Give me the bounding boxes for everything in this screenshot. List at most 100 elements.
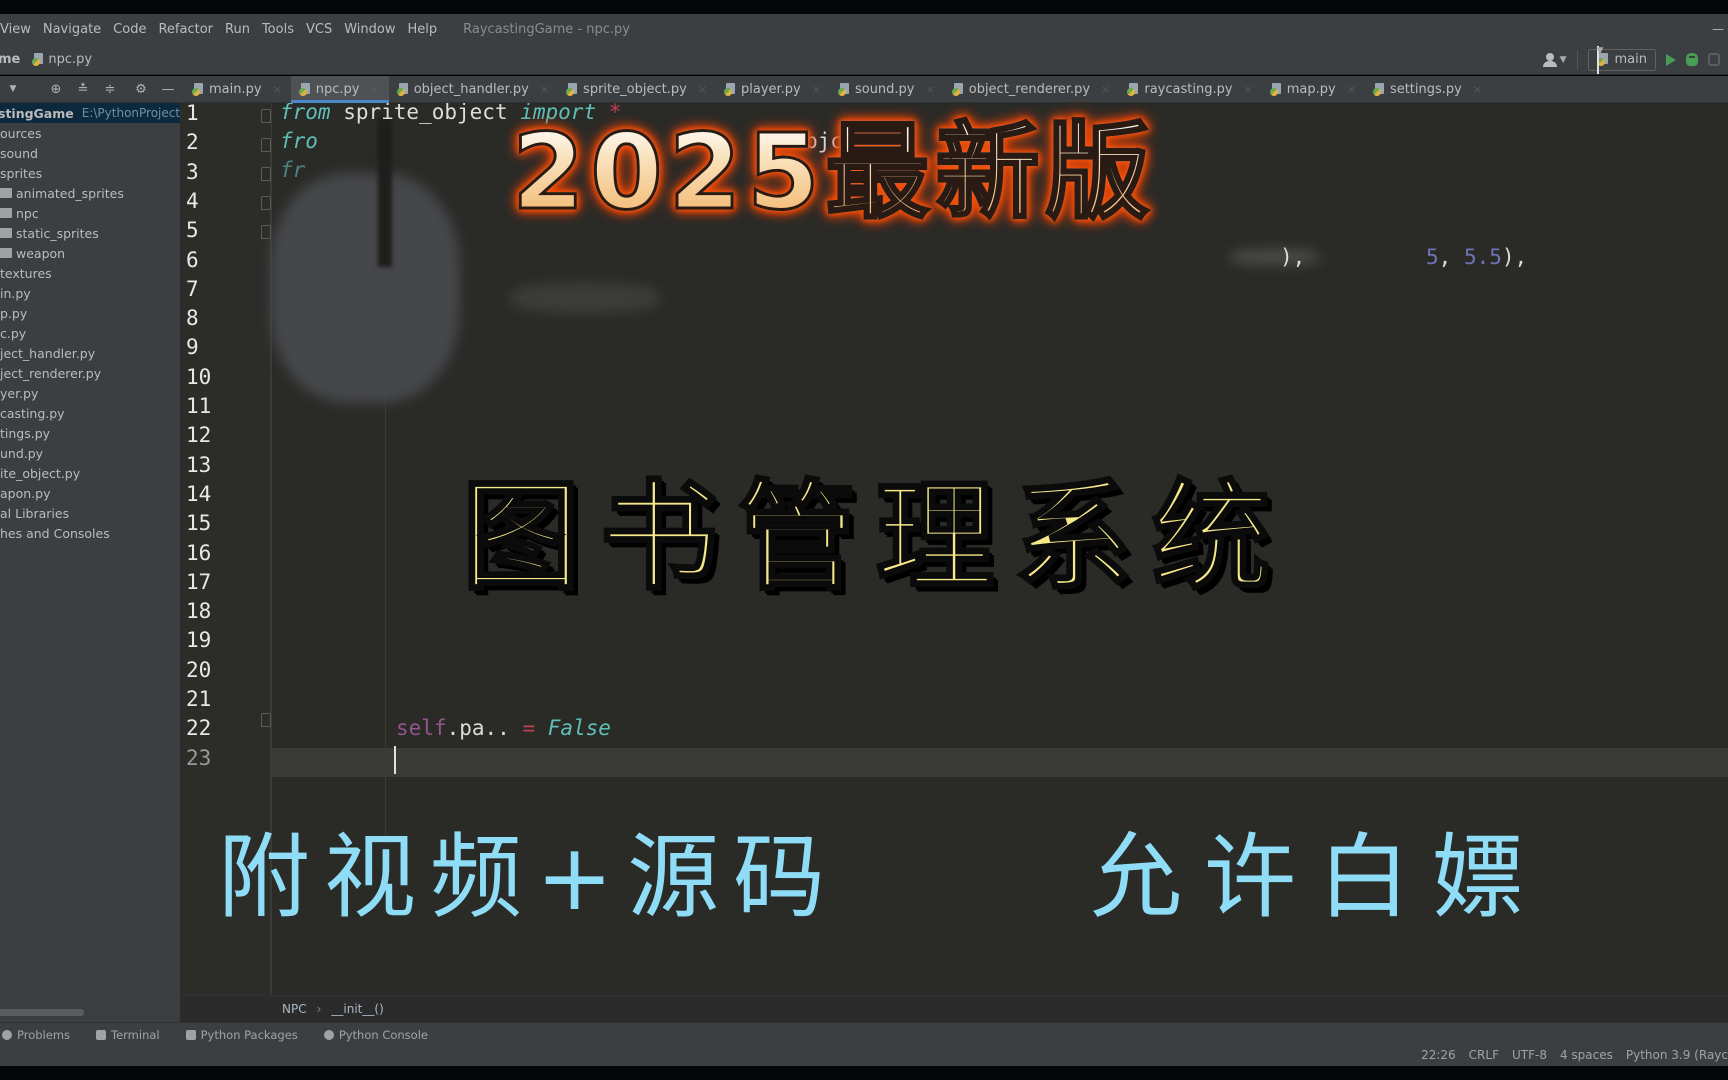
tab-sprite-object-py[interactable]: sprite_object.py × xyxy=(558,76,716,103)
fold-marker-icon[interactable] xyxy=(261,138,271,152)
close-icon[interactable]: × xyxy=(371,83,380,96)
project-tree-item[interactable]: in.py xyxy=(0,283,180,303)
menu-help[interactable]: Help xyxy=(407,22,437,37)
project-root-node[interactable]: stingGame E:\PythonProjects\ xyxy=(0,103,180,123)
close-icon[interactable]: × xyxy=(273,83,282,96)
navbar-actions: ▼ main ▼ xyxy=(1542,44,1728,75)
expand-all-icon[interactable]: ≛ xyxy=(76,83,90,97)
window-minimize-icon[interactable]: — xyxy=(1712,22,1724,36)
python-interpreter[interactable]: Python 3.9 (Rayc xyxy=(1626,1048,1728,1062)
tab-sound-py[interactable]: sound.py × xyxy=(830,76,944,103)
breadcrumb-method[interactable]: __init__() xyxy=(331,1002,383,1016)
tab-label: raycasting.py xyxy=(1144,82,1233,97)
menu-navigate[interactable]: Navigate xyxy=(43,22,101,37)
tab-settings-py[interactable]: settings.py × xyxy=(1365,76,1491,103)
obscured-region xyxy=(378,117,392,267)
project-tree-item[interactable]: casting.py xyxy=(0,403,180,423)
project-tree-item[interactable]: tings.py xyxy=(0,423,180,443)
tab-player-py[interactable]: player.py × xyxy=(716,76,830,103)
false-literal: False xyxy=(547,716,611,740)
project-tree-item[interactable]: yer.py xyxy=(0,383,180,403)
project-tree-item[interactable]: ite_object.py xyxy=(0,463,180,483)
tool-window-python-packages[interactable]: Python Packages xyxy=(185,1028,298,1042)
debug-icon[interactable] xyxy=(1686,53,1698,66)
menu-bar: View Navigate Code Refactor Run Tools VC… xyxy=(0,14,1728,44)
collapse-all-icon[interactable]: ≑ xyxy=(103,83,117,97)
project-tree-item[interactable]: ject_renderer.py xyxy=(0,363,180,383)
tool-windows-bar: Problems Terminal Python Packages Python… xyxy=(0,1022,1728,1046)
tab-raycasting-py[interactable]: raycasting.py × xyxy=(1119,76,1261,103)
tab-object-renderer-py[interactable]: object_renderer.py × xyxy=(944,76,1120,103)
menu-view[interactable]: View xyxy=(0,22,31,37)
project-tree-item[interactable]: apon.py xyxy=(0,483,180,503)
file-encoding[interactable]: UTF-8 xyxy=(1512,1048,1547,1062)
close-icon[interactable]: × xyxy=(540,83,549,96)
tool-window-python-console[interactable]: Python Console xyxy=(323,1028,428,1042)
fold-marker-icon[interactable] xyxy=(261,109,271,123)
code-line-2: fro xyxy=(280,129,318,153)
fold-marker-icon[interactable] xyxy=(261,167,271,181)
locate-file-icon[interactable]: ⊕ xyxy=(49,83,63,97)
project-tree-item[interactable]: ject_handler.py xyxy=(0,343,180,363)
breadcrumb-class[interactable]: NPC xyxy=(282,1002,307,1016)
project-toolbar: ▼ ⊕ ≛ ≑ ⚙ — xyxy=(0,76,180,103)
run-configuration-select[interactable]: main ▼ xyxy=(1587,45,1656,74)
project-tool-window: stingGame E:\PythonProjects\ ources sound… xyxy=(0,103,180,1022)
project-tree-item-label: weapon xyxy=(16,245,66,261)
project-tree-item[interactable]: p.py xyxy=(0,303,180,323)
menu-run[interactable]: Run xyxy=(225,22,250,37)
breadcrumb-file[interactable]: npc.py xyxy=(32,52,92,67)
close-icon[interactable]: × xyxy=(926,83,935,96)
project-tree-item[interactable]: static_sprites xyxy=(0,223,180,243)
project-tree-item[interactable]: hes and Consoles xyxy=(0,523,180,543)
hide-panel-icon[interactable]: — xyxy=(161,83,175,97)
menu-code[interactable]: Code xyxy=(113,22,146,37)
tool-window-problems[interactable]: Problems xyxy=(2,1028,70,1042)
project-tree-item[interactable]: sprites xyxy=(0,163,180,183)
caret-position[interactable]: 22:26 xyxy=(1421,1048,1456,1062)
project-tree-item[interactable]: sound xyxy=(0,143,180,163)
project-tree-item-label: apon.py xyxy=(0,485,51,501)
project-tree-item[interactable]: weapon xyxy=(0,243,180,263)
project-tree-item-label: p.py xyxy=(0,305,28,321)
coverage-icon[interactable] xyxy=(1708,53,1720,66)
tool-window-label: Problems xyxy=(17,1027,71,1042)
project-tree-item[interactable]: al Libraries xyxy=(0,503,180,523)
python-file-icon xyxy=(1269,83,1282,96)
line-number: 2 xyxy=(186,130,199,155)
project-tree-item[interactable]: npc xyxy=(0,203,180,223)
close-icon[interactable]: × xyxy=(698,83,707,96)
tab-main-py[interactable]: main.py × xyxy=(184,76,291,103)
close-icon[interactable]: × xyxy=(1347,83,1356,96)
menu-vcs[interactable]: VCS xyxy=(306,22,332,37)
tab-label: settings.py xyxy=(1389,82,1462,97)
breadcrumb-project[interactable]: me xyxy=(0,52,20,67)
fold-marker-icon[interactable] xyxy=(261,196,271,210)
close-icon[interactable]: × xyxy=(1101,83,1110,96)
project-tree-item[interactable]: ources xyxy=(0,123,180,143)
tab-npc-py[interactable]: npc.py × xyxy=(290,76,389,103)
account-button[interactable]: ▼ xyxy=(1542,52,1567,67)
run-icon[interactable] xyxy=(1666,53,1676,66)
menu-window[interactable]: Window xyxy=(344,22,395,37)
project-tree-item[interactable]: textures xyxy=(0,263,180,283)
line-separator[interactable]: CRLF xyxy=(1469,1048,1499,1062)
project-tree-item[interactable]: c.py xyxy=(0,323,180,343)
tab-label: object_renderer.py xyxy=(968,82,1091,97)
close-icon[interactable]: × xyxy=(1244,83,1253,96)
indent-setting[interactable]: 4 spaces xyxy=(1560,1048,1613,1062)
project-tree-item[interactable]: und.py xyxy=(0,443,180,463)
tool-window-terminal[interactable]: Terminal xyxy=(96,1028,160,1042)
fold-marker-icon[interactable] xyxy=(261,713,271,727)
close-icon[interactable]: × xyxy=(1473,83,1482,96)
tab-object-handler-py[interactable]: object_handler.py × xyxy=(389,76,558,103)
close-icon[interactable]: × xyxy=(812,83,821,96)
project-tree-item[interactable]: animated_sprites xyxy=(0,183,180,203)
fold-marker-icon[interactable] xyxy=(261,225,271,239)
menu-tools[interactable]: Tools xyxy=(262,22,294,37)
tab-map-py[interactable]: map.py × xyxy=(1262,76,1365,103)
menu-refactor[interactable]: Refactor xyxy=(158,22,213,37)
horizontal-scrollbar[interactable] xyxy=(0,1009,84,1016)
dropdown-chevron-icon[interactable]: ▼ xyxy=(6,83,20,97)
settings-gear-icon[interactable]: ⚙ xyxy=(134,83,148,97)
